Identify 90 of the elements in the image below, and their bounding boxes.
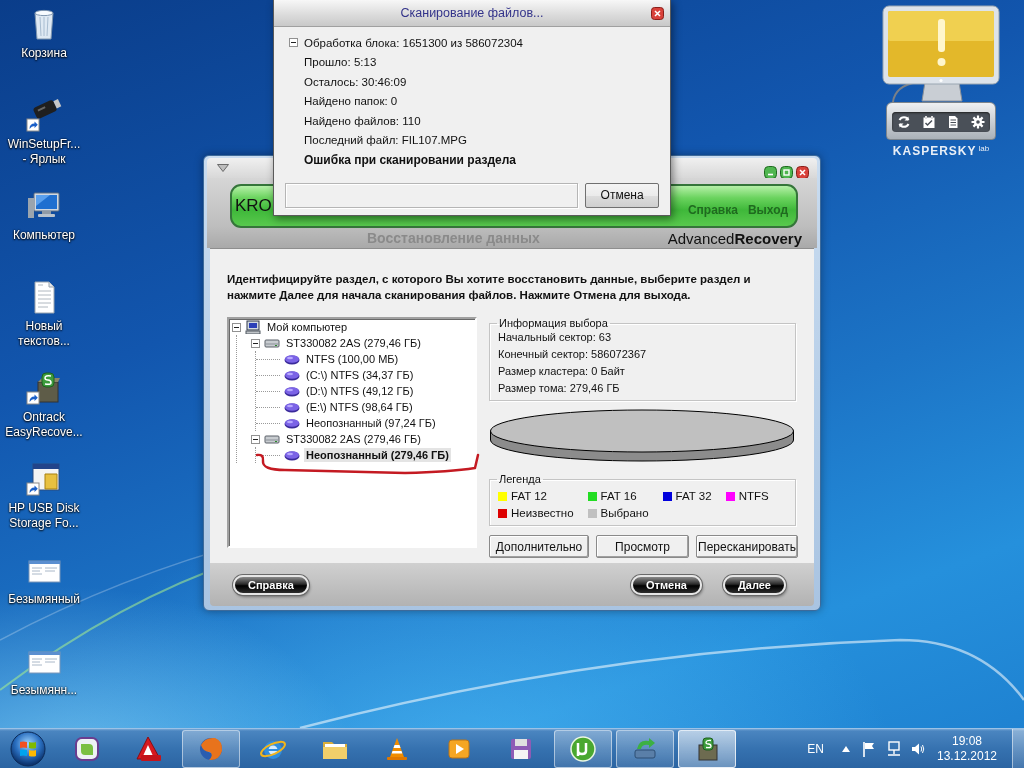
computer-icon <box>245 320 261 334</box>
group-title: Легенда <box>498 473 542 485</box>
legend-label: Неизвестно <box>511 506 574 521</box>
footer-button[interactable]: Справка <box>233 574 309 595</box>
logo-text: KASPERSKY <box>892 144 977 158</box>
desktop-icon-label[interactable]: HP USB Disk Storage Fo... <box>8 501 80 531</box>
desktop-icon-label[interactable]: Корзина <box>21 46 67 61</box>
status-text: Обработка блока: 1651300 из 586072304 <box>304 36 523 49</box>
window-icon[interactable] <box>26 461 62 497</box>
info-text: Размер тома: 279,46 ГБ <box>498 381 621 396</box>
collapse-icon[interactable] <box>251 338 260 348</box>
desktop-icon-label[interactable]: WinSetupFr... - Ярлык <box>7 137 81 167</box>
collapse-icon[interactable] <box>232 322 241 332</box>
speaker-icon[interactable] <box>911 741 925 756</box>
box-icon[interactable] <box>26 370 62 406</box>
triangle-icon <box>135 734 163 763</box>
legend-label: FAT 32 <box>675 489 712 504</box>
maximize-icon[interactable] <box>780 165 793 179</box>
language-indicator[interactable]: EN <box>807 741 824 756</box>
action-button[interactable]: Просмотр <box>596 535 689 558</box>
tree-item[interactable]: (D:\) NTFS (49,12 ГБ) <box>304 384 416 398</box>
tree-item[interactable]: Неопознанный (279,46 ГБ) <box>304 448 451 462</box>
settings-icon[interactable] <box>970 115 985 129</box>
desktop-icon-label[interactable]: Новый текстов... <box>18 319 70 349</box>
up-arrow-icon[interactable] <box>842 745 850 752</box>
taskbar-button[interactable] <box>554 729 612 768</box>
action-button[interactable]: Пересканировать <box>696 535 798 558</box>
close-icon[interactable] <box>651 6 664 20</box>
document-icon[interactable] <box>946 115 961 129</box>
close-icon[interactable] <box>796 165 809 179</box>
minimize-icon[interactable] <box>764 165 777 179</box>
group-title: Информация выбора <box>498 317 609 329</box>
clock-time[interactable]: 19:08 <box>952 733 982 749</box>
taskbar-button[interactable] <box>182 729 240 768</box>
status-text: Прошло: 5:13 <box>304 56 377 69</box>
instruction-text: Идентифицируйте раздел, с которого Вы хотите восстановить данные, выберите раздел и нажмите Далее для начала сканирования файлов. Нажмите Отмена для выхода. <box>227 272 752 303</box>
status-text: Найдено папок: 0 <box>304 95 398 108</box>
logo-suffix: lab <box>978 144 990 153</box>
calendar-icon[interactable] <box>921 115 936 129</box>
disc-icon <box>284 416 300 430</box>
product-name: AdvancedRecovery <box>667 229 802 247</box>
action-button[interactable]: Дополнительно <box>489 535 589 558</box>
orb-icon <box>9 729 47 768</box>
desktop-icon-label[interactable]: Компьютер <box>12 228 76 243</box>
flag-icon[interactable] <box>862 740 876 757</box>
disc-icon <box>284 384 300 398</box>
legend-label: NTFS <box>738 489 769 504</box>
footer-button[interactable]: Далее <box>722 574 786 595</box>
error-message: Ошибка при сканировании раздела <box>304 152 516 167</box>
refresh-icon[interactable] <box>897 115 912 129</box>
usb-drive-icon[interactable] <box>26 97 62 133</box>
hard-drive-icon <box>264 432 280 446</box>
tree-item[interactable]: ST330082 2AS (279,46 ГБ) <box>284 336 423 350</box>
legend-label: FAT 16 <box>600 489 637 504</box>
collapse-icon[interactable] <box>289 38 298 48</box>
disc-icon <box>284 352 300 366</box>
tree-item[interactable]: (E:\) NTFS (98,64 ГБ) <box>304 400 415 414</box>
status-text: Найдено файлов: 110 <box>304 114 421 127</box>
desktop-icon-label[interactable]: Безымянный <box>8 592 80 607</box>
tree-item[interactable]: (C:\) NTFS (34,37 ГБ) <box>304 368 416 382</box>
info-text: Конечный сектор: 586072367 <box>498 347 648 362</box>
taskbar-button[interactable] <box>616 729 674 768</box>
disc-icon <box>284 400 300 414</box>
hard-drive-icon <box>264 336 280 350</box>
cancel-button[interactable]: Отмена <box>585 182 659 208</box>
taskbar-button[interactable] <box>678 729 736 768</box>
logo-text: KRO <box>235 196 272 216</box>
status-text: Последний файл: FIL107.MPG <box>304 134 467 147</box>
info-text: Размер кластера: 0 Байт <box>498 364 626 379</box>
tree-item[interactable]: Мой компьютер <box>265 320 350 334</box>
footer-button[interactable]: Отмена <box>631 574 702 595</box>
collapse-icon[interactable] <box>251 434 260 444</box>
show-desktop-button[interactable] <box>1012 729 1024 768</box>
start-button[interactable] <box>8 729 48 768</box>
info-text: Начальный сектор: 63 <box>498 330 613 345</box>
network-icon[interactable] <box>886 740 902 757</box>
disc-icon <box>284 368 300 382</box>
tree-item[interactable]: ST330082 2AS (279,46 ГБ) <box>284 432 423 446</box>
legend-label: Выбрано <box>600 506 649 521</box>
clock-date[interactable]: 13.12.2012 <box>936 748 998 764</box>
rounded-square-icon <box>73 734 101 763</box>
dropdown-triangle-icon[interactable] <box>217 164 229 172</box>
circle-logo-icon <box>569 734 597 763</box>
tree-item[interactable]: Неопознанный (97,24 ГБ) <box>304 416 438 430</box>
status-text: Осталось: 30:46:09 <box>304 75 407 88</box>
tree-item[interactable]: NTFS (100,00 МБ) <box>304 352 401 366</box>
desktop-icon-label[interactable]: Ontrack EasyRecove... <box>5 410 83 440</box>
legend-label: FAT 12 <box>511 489 547 504</box>
dialog-title: Сканирование файлов... <box>400 6 544 20</box>
disc-icon <box>284 448 300 462</box>
